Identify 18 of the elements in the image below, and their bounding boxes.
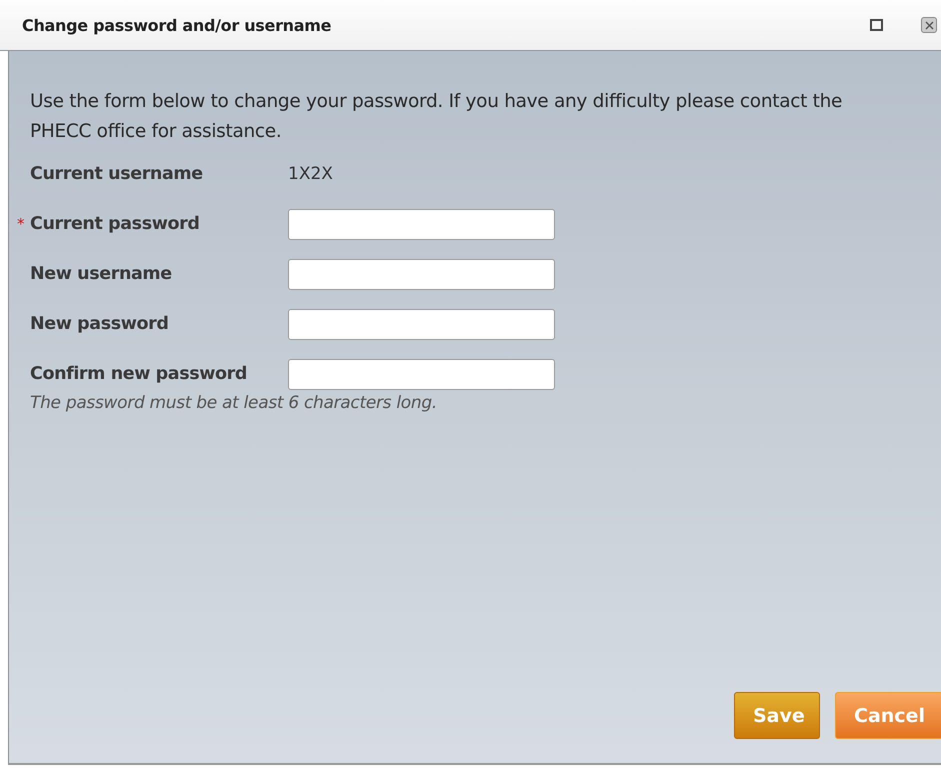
input-field[interactable]	[288, 208, 555, 240]
hint-text: The password must be at least 6 characters long.	[30, 393, 438, 413]
window-title: Change password and/or username	[22, 16, 332, 34]
field-label: Confirm new password	[30, 364, 247, 384]
maximize-icon[interactable]	[870, 19, 883, 31]
required-marker: *	[17, 215, 24, 233]
save-button[interactable]: Save	[734, 692, 820, 739]
input-field[interactable]	[288, 358, 555, 390]
field-label: Current username	[30, 164, 203, 184]
field-label: New password	[30, 314, 168, 334]
close-icon[interactable]	[921, 17, 937, 33]
instruction-text: Use the form below to change your password. If you have any difficulty please contact the PHECC office for assistance.	[30, 90, 844, 144]
input-field[interactable]	[288, 308, 555, 340]
cancel-button[interactable]: Cancel	[835, 692, 941, 739]
field-label: New username	[30, 264, 172, 284]
field-value: 1X2X	[288, 164, 334, 184]
field-label: Current password	[30, 214, 200, 234]
input-field[interactable]	[288, 258, 555, 290]
